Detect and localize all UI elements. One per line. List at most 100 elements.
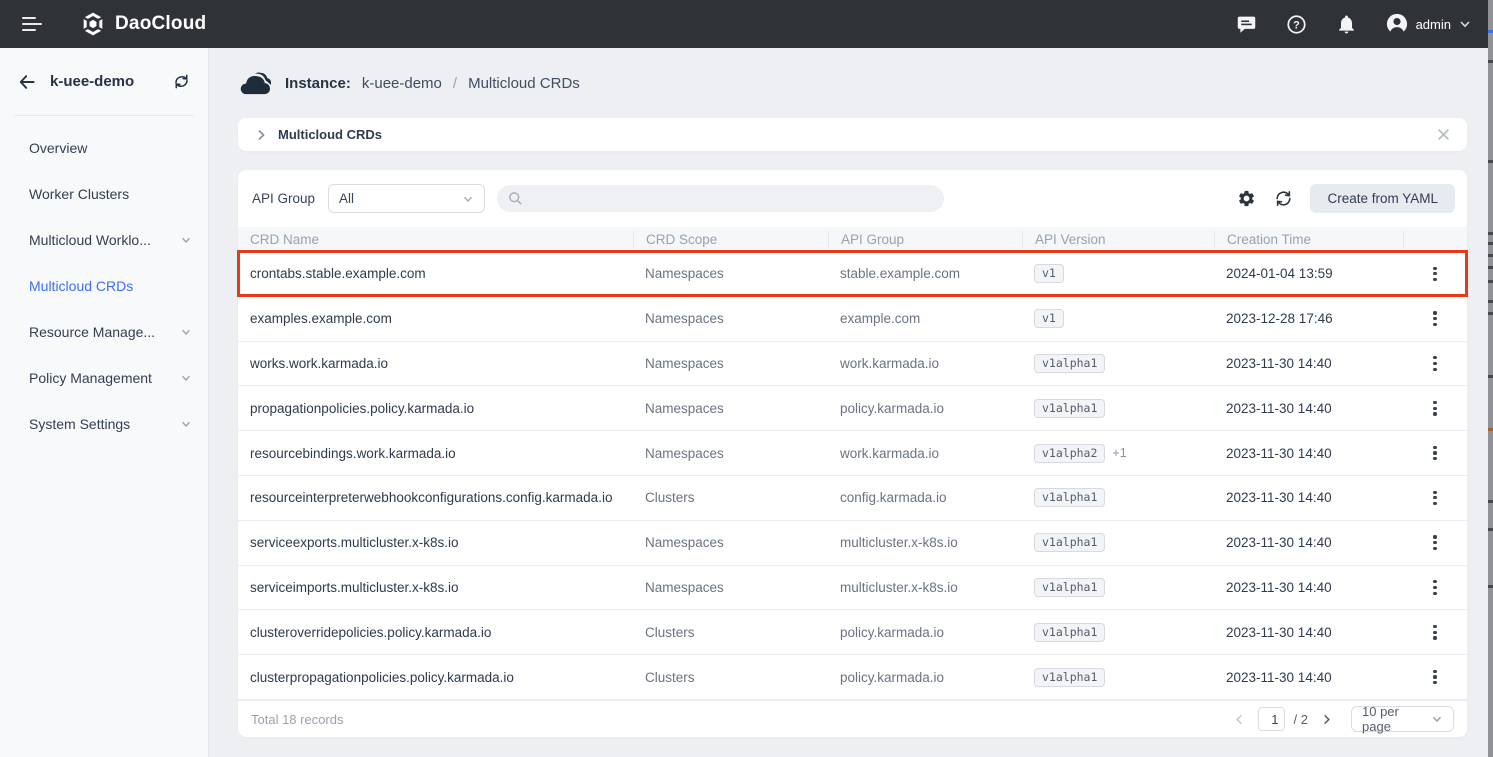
sidebar-item-system-settings[interactable]: System Settings	[0, 401, 208, 447]
creation-time-cell: 2023-11-30 14:40	[1214, 625, 1403, 640]
table-row[interactable]: clusteroverridepolicies.policy.karmada.i…	[238, 610, 1467, 655]
sidebar-item-label: Multicloud CRDs	[29, 278, 192, 294]
user-menu[interactable]: admin	[1386, 13, 1471, 35]
sidebar-item-label: Worker Clusters	[29, 186, 192, 202]
row-actions-kebab-icon[interactable]	[1425, 262, 1444, 287]
row-actions-kebab-icon[interactable]	[1425, 441, 1444, 466]
api-group-cell: example.com	[828, 311, 1022, 326]
back-arrow-icon[interactable]	[17, 72, 37, 92]
sidebar-item-label: Overview	[29, 140, 192, 156]
breadcrumb-separator: /	[453, 75, 457, 92]
switch-instance-icon[interactable]	[172, 72, 191, 91]
breadcrumb: Instance: k-uee-demo / Multicloud CRDs	[238, 48, 1467, 118]
sidebar-item-label: Policy Management	[29, 370, 180, 386]
sidebar-item-overview[interactable]: Overview	[0, 125, 208, 171]
close-icon[interactable]	[1437, 128, 1450, 141]
user-name: admin	[1416, 17, 1451, 32]
api-group-filter-label: API Group	[252, 191, 315, 206]
create-from-yaml-button[interactable]: Create from YAML	[1310, 184, 1455, 213]
api-version-badges: v1	[1034, 265, 1064, 280]
api-group-cell: policy.karmada.io	[828, 401, 1022, 416]
sidebar-item-policy-management[interactable]: Policy Management	[0, 355, 208, 401]
creation-time-cell: 2023-11-30 14:40	[1214, 401, 1403, 416]
api-version-badges: v1alpha1	[1034, 669, 1105, 684]
filter-toolbar: API Group All	[238, 170, 1467, 227]
breadcrumb-prefix: Instance:	[285, 75, 351, 92]
api-group-cell: work.karmada.io	[828, 446, 1022, 461]
creation-time-cell: 2024-01-04 13:59	[1214, 266, 1403, 281]
crd-name-cell: examples.example.com	[238, 311, 633, 326]
row-actions-kebab-icon[interactable]	[1425, 351, 1444, 376]
chevron-down-icon	[462, 193, 474, 205]
notifications-bell-icon[interactable]	[1336, 13, 1358, 35]
sidebar-item-resource-manage[interactable]: Resource Manage...	[0, 309, 208, 355]
api-version-badge: v1alpha1	[1034, 354, 1105, 373]
api-version-cell: v1alpha1	[1022, 623, 1214, 642]
api-group-select-value: All	[339, 191, 462, 206]
chevron-down-icon	[180, 372, 192, 384]
creation-time-cell: 2023-11-30 14:40	[1214, 670, 1403, 685]
page-size-select[interactable]: 10 per page	[1351, 706, 1454, 732]
table-row[interactable]: clusterpropagationpolicies.policy.karmad…	[238, 655, 1467, 700]
sidebar-instance-name: k-uee-demo	[50, 73, 134, 90]
api-version-cell: v1	[1022, 309, 1214, 328]
row-actions-kebab-icon[interactable]	[1425, 530, 1444, 555]
collapse-panel[interactable]: Multicloud CRDs	[238, 118, 1467, 151]
search-input[interactable]	[531, 185, 933, 212]
table-row[interactable]: resourceinterpreterwebhookconfigurations…	[238, 476, 1467, 521]
instance-cloud-icon	[238, 70, 271, 96]
scrollbar-minimap[interactable]	[1488, 0, 1493, 757]
svg-text:?: ?	[1293, 19, 1300, 31]
sidebar-item-worker-clusters[interactable]: Worker Clusters	[0, 171, 208, 217]
column-header-api-group: API Group	[828, 231, 1022, 248]
messages-icon[interactable]	[1236, 13, 1258, 35]
row-actions-kebab-icon[interactable]	[1425, 486, 1444, 511]
table-row[interactable]: works.work.karmada.io Namespaces work.ka…	[238, 342, 1467, 387]
sidebar-item-multicloud-worklo[interactable]: Multicloud Worklo...	[0, 217, 208, 263]
user-chevron-down-icon	[1459, 18, 1471, 30]
table-row[interactable]: resourcebindings.work.karmada.io Namespa…	[238, 431, 1467, 476]
table-row[interactable]: propagationpolicies.policy.karmada.io Na…	[238, 386, 1467, 431]
chevron-down-icon	[180, 418, 192, 430]
table-row[interactable]: examples.example.com Namespaces example.…	[238, 297, 1467, 342]
menu-toggle-icon[interactable]	[22, 17, 44, 31]
api-version-badge: v1alpha1	[1034, 488, 1105, 507]
row-actions-kebab-icon[interactable]	[1425, 575, 1444, 600]
table-row[interactable]: crontabs.stable.example.com Namespaces s…	[238, 252, 1467, 297]
page-number-input[interactable]	[1258, 707, 1285, 731]
api-group-cell: policy.karmada.io	[828, 625, 1022, 640]
crd-scope-cell: Namespaces	[633, 401, 828, 416]
api-group-cell: multicluster.x-k8s.io	[828, 580, 1022, 595]
crd-name-cell: crontabs.stable.example.com	[238, 266, 633, 281]
row-actions-kebab-icon[interactable]	[1425, 620, 1444, 645]
creation-time-cell: 2023-11-30 14:40	[1214, 446, 1403, 461]
api-version-cell: v1alpha2+1	[1022, 444, 1214, 463]
api-version-badges: v1alpha1	[1034, 355, 1105, 370]
row-actions-kebab-icon[interactable]	[1425, 396, 1444, 421]
crd-scope-cell: Namespaces	[633, 311, 828, 326]
creation-time-cell: 2023-11-30 14:40	[1214, 490, 1403, 505]
api-version-badges: v1	[1034, 310, 1064, 325]
crd-table: CRD Name CRD Scope API Group API Version…	[238, 227, 1467, 700]
help-icon[interactable]: ?	[1286, 13, 1308, 35]
refresh-icon[interactable]	[1273, 189, 1293, 209]
table-row[interactable]: serviceimports.multicluster.x-k8s.io Nam…	[238, 566, 1467, 611]
table-row[interactable]: serviceexports.multicluster.x-k8s.io Nam…	[238, 521, 1467, 566]
settings-gear-icon[interactable]	[1236, 189, 1256, 209]
row-actions-kebab-icon[interactable]	[1425, 306, 1444, 331]
crd-scope-cell: Clusters	[633, 625, 828, 640]
api-version-badge: v1alpha1	[1034, 578, 1105, 597]
sidebar-item-label: System Settings	[29, 416, 180, 432]
sidebar-item-multicloud-crds[interactable]: Multicloud CRDs	[0, 263, 208, 309]
api-version-cell: v1alpha1	[1022, 488, 1214, 507]
breadcrumb-instance[interactable]: k-uee-demo	[362, 75, 442, 92]
next-page-icon[interactable]	[1317, 710, 1335, 728]
row-actions-kebab-icon[interactable]	[1425, 665, 1444, 690]
crd-name-cell: propagationpolicies.policy.karmada.io	[238, 401, 633, 416]
sidebar-item-label: Resource Manage...	[29, 324, 180, 340]
top-bar: DaoCloud ?	[0, 0, 1493, 48]
prev-page-icon[interactable]	[1231, 710, 1249, 728]
api-group-select[interactable]: All	[328, 184, 485, 213]
column-header-api-version: API Version	[1022, 231, 1214, 248]
crd-name-cell: resourceinterpreterwebhookconfigurations…	[238, 490, 633, 505]
